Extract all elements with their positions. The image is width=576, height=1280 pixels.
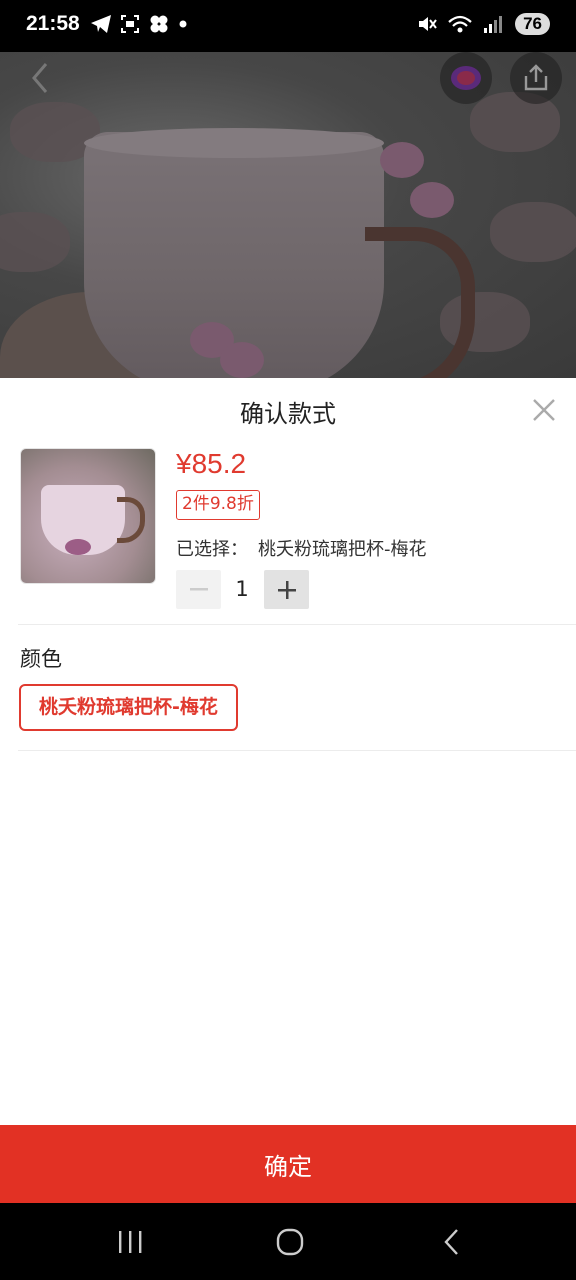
quantity-increase-button[interactable] bbox=[264, 570, 309, 609]
share-icon bbox=[524, 64, 548, 91]
app-logo-icon bbox=[451, 66, 481, 90]
app-logo-button[interactable] bbox=[440, 52, 492, 104]
nav-back-button[interactable] bbox=[432, 1225, 472, 1259]
dot-icon bbox=[179, 20, 187, 28]
divider bbox=[18, 750, 576, 751]
status-time: 21:58 bbox=[26, 12, 80, 35]
quantity-decrease-button[interactable] bbox=[176, 570, 221, 609]
status-bar: 21:58 76 bbox=[0, 0, 576, 52]
product-thumbnail[interactable] bbox=[20, 448, 156, 584]
recent-apps-button[interactable] bbox=[110, 1225, 150, 1259]
color-option-selected[interactable]: 桃夭粉琉璃把杯-梅花 bbox=[19, 684, 238, 731]
confirm-button[interactable]: 确定 bbox=[0, 1125, 576, 1203]
telegram-icon bbox=[91, 15, 111, 33]
divider bbox=[18, 624, 576, 625]
discount-badge: 2件9.8折 bbox=[176, 490, 260, 520]
battery-level: 76 bbox=[515, 13, 550, 35]
close-icon bbox=[533, 399, 555, 421]
sku-selection-sheet: 确认款式 ¥85.2 2件9.8折 已选择： 桃夭粉琉璃把杯-梅花 1 颜色 桃夭… bbox=[0, 378, 576, 1204]
minus-icon bbox=[189, 587, 208, 590]
back-icon bbox=[444, 1229, 458, 1255]
close-button[interactable] bbox=[530, 396, 558, 424]
sheet-title: 确认款式 bbox=[240, 400, 336, 428]
screenshot-icon bbox=[121, 15, 139, 33]
quantity-value[interactable]: 1 bbox=[221, 570, 263, 609]
back-icon bbox=[32, 63, 48, 93]
selected-label: 已选择： bbox=[176, 539, 248, 560]
selected-summary: 已选择： 桃夭粉琉璃把杯-梅花 bbox=[176, 535, 427, 561]
plus-icon bbox=[277, 580, 296, 599]
product-image-background bbox=[0, 42, 576, 378]
home-button[interactable] bbox=[270, 1225, 310, 1259]
cup-illustration bbox=[84, 132, 384, 378]
selected-value: 桃夭粉琉璃把杯-梅花 bbox=[258, 539, 427, 560]
color-section-title: 颜色 bbox=[20, 647, 62, 671]
back-button[interactable] bbox=[26, 58, 56, 98]
app-icon bbox=[150, 15, 168, 33]
system-nav-bar bbox=[0, 1203, 576, 1280]
mute-icon bbox=[419, 17, 437, 31]
signal-icon bbox=[484, 16, 503, 33]
recent-apps-icon bbox=[119, 1231, 142, 1253]
price: ¥85.2 bbox=[176, 448, 247, 479]
wifi-icon bbox=[448, 15, 472, 33]
home-icon bbox=[276, 1228, 304, 1256]
share-button[interactable] bbox=[510, 52, 562, 104]
